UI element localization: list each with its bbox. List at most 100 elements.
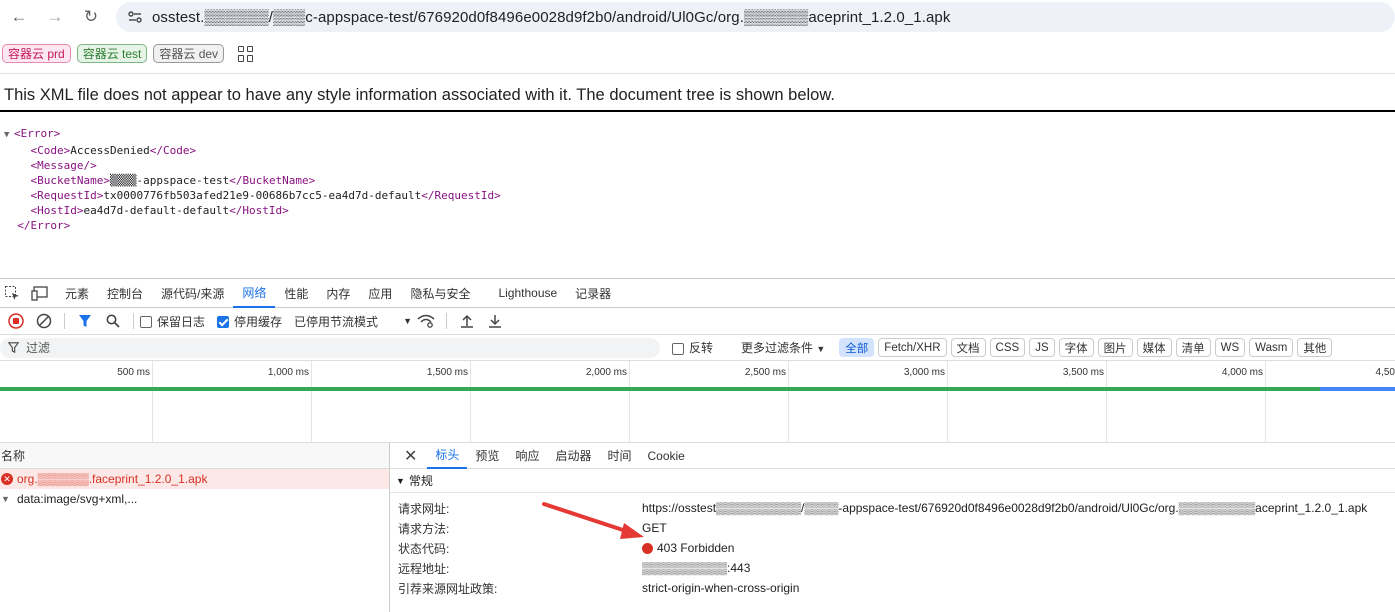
waterfall-bar-download (0, 387, 1320, 391)
detail-tab-initiator[interactable]: 启动器 (547, 443, 599, 469)
field-value[interactable]: 403 Forbidden (657, 541, 734, 555)
import-har-icon[interactable] (458, 312, 476, 330)
filter-input[interactable]: 过滤 (0, 337, 660, 358)
devtools-tab-sources[interactable]: 源代码/来源 (152, 279, 233, 308)
invert-checkbox[interactable]: 反转 (672, 339, 713, 356)
bookmark-prd[interactable]: 容器云 prd (2, 44, 71, 63)
devtools-tab-recorder[interactable]: 记录器 (566, 279, 620, 308)
disable-cache-checkbox[interactable]: 停用缓存 (217, 313, 282, 330)
devtools-tabbar: 元素 控制台 源代码/来源 网络 性能 内存 应用 隐私与安全 Lighthou… (0, 278, 1395, 308)
devtools-tab-performance[interactable]: 性能 (275, 279, 317, 308)
request-row[interactable]: ✕ org.▒▒▒▒▒▒.faceprint_1.2.0_1.apk (0, 469, 389, 489)
xml-value: ▒▒▒▒-appspace-test (109, 174, 230, 187)
filter-funnel-icon (8, 342, 19, 353)
xml-tag: <HostId> (30, 204, 84, 217)
field-value[interactable]: https://osstest▒▒▒▒▒▒▒▒▒▒/▒▒▒▒-appspace-… (642, 501, 1367, 515)
waterfall-bar-waiting (1320, 387, 1395, 391)
dropdown-caret-icon: ▼ (816, 344, 826, 354)
timeline-tick: 4,50 (1375, 367, 1395, 378)
timeline-tick: 3,000 ms (903, 367, 945, 378)
request-list-header[interactable]: 名称 (0, 443, 389, 469)
site-info-icon[interactable] (124, 6, 146, 28)
checkbox-unchecked[interactable] (672, 342, 684, 355)
general-section-header[interactable]: ▼ 常规 (390, 469, 1395, 493)
devtools-tab-elements[interactable]: 元素 (56, 279, 98, 308)
xml-value: ea4d7d-default-default (83, 204, 230, 217)
close-icon[interactable]: ✕ (404, 446, 417, 466)
bookmark-test[interactable]: 容器云 test (76, 44, 148, 63)
throttle-select[interactable]: 已停用节流模式 ▼ (294, 313, 412, 330)
disable-cache-label: 停用缓存 (234, 314, 283, 329)
filter-chip-all[interactable]: 全部 (839, 338, 875, 357)
filter-chip-img[interactable]: 图片 (1097, 338, 1133, 357)
network-conditions-icon[interactable] (417, 312, 435, 330)
field-value[interactable]: strict-origin-when-cross-origin (642, 581, 799, 595)
xml-tag: <BucketName> (30, 174, 110, 187)
devtools-tab-memory[interactable]: 内存 (317, 279, 359, 308)
filter-funnel-icon[interactable] (76, 312, 94, 330)
throttle-value: 已停用节流模式 (294, 314, 379, 329)
devtools-tab-console[interactable]: 控制台 (98, 279, 152, 308)
filter-chip-wasm[interactable]: Wasm (1249, 338, 1294, 357)
reload-icon[interactable]: ↻ (80, 6, 102, 28)
request-list: 名称 ✕ org.▒▒▒▒▒▒.faceprint_1.2.0_1.apk ▼ … (0, 443, 390, 612)
detail-tab-response[interactable]: 响应 (507, 443, 547, 469)
devtools-tab-application[interactable]: 应用 (359, 279, 401, 308)
filter-chip-css[interactable]: CSS (989, 338, 1026, 357)
collapse-triangle-icon[interactable]: ▼ (4, 128, 14, 143)
url-text[interactable]: osstest.▒▒▒▒▒▒/▒▒▒c-appspace-test/676920… (152, 9, 951, 26)
detail-tab-timing[interactable]: 时间 (599, 443, 639, 469)
filter-chip-fetch-xhr[interactable]: Fetch/XHR (878, 338, 947, 357)
checkbox-unchecked[interactable] (140, 316, 152, 329)
more-filters-dropdown[interactable]: 更多过滤条件 ▼ (741, 339, 825, 356)
status-error-dot-icon (642, 543, 653, 555)
filter-chip-media[interactable]: 媒体 (1136, 338, 1172, 357)
filter-chip-doc[interactable]: 文档 (950, 338, 986, 357)
filter-chip-other[interactable]: 其他 (1297, 338, 1333, 357)
devtools-tab-privacy[interactable]: 隐私与安全 (401, 279, 479, 308)
record-stop-icon[interactable] (7, 312, 25, 330)
field-value[interactable]: ▒▒▒▒▒▒▒▒▒▒:443 (642, 561, 750, 575)
expand-triangle-icon[interactable]: ▼ (1, 494, 17, 504)
detail-tab-preview[interactable]: 预览 (467, 443, 507, 469)
devtools-tab-lighthouse[interactable]: Lighthouse (489, 279, 566, 308)
xml-tag: <Error> (14, 127, 61, 140)
apps-grid-icon[interactable] (238, 45, 254, 62)
preserve-log-label: 保留日志 (157, 314, 206, 329)
network-toolbar: 保留日志 停用缓存 已停用节流模式 ▼ (0, 308, 1395, 335)
invert-label: 反转 (689, 341, 714, 355)
device-toolbar-icon[interactable] (30, 283, 50, 303)
expand-triangle-icon: ▼ (396, 475, 405, 486)
devtools-tab-network[interactable]: 网络 (233, 279, 276, 308)
xml-tag: <Code> (30, 144, 71, 157)
back-icon[interactable]: ← (8, 6, 30, 28)
timeline-tick: 2,500 ms (744, 367, 786, 378)
request-name: org.▒▒▒▒▒▒.faceprint_1.2.0_1.apk (17, 472, 208, 486)
search-icon[interactable] (104, 312, 122, 330)
filter-chip-manifest[interactable]: 清单 (1175, 338, 1211, 357)
detail-tab-headers[interactable]: 标头 (427, 443, 468, 469)
address-bar[interactable]: osstest.▒▒▒▒▒▒/▒▒▒c-appspace-test/676920… (115, 2, 1395, 32)
divider (446, 313, 448, 329)
dropdown-caret-icon: ▼ (403, 316, 413, 326)
forward-icon[interactable]: → (44, 6, 66, 28)
filter-chip-ws[interactable]: WS (1214, 338, 1246, 357)
field-key: 引荐来源网址政策: (398, 581, 498, 596)
request-row[interactable]: ▼ data:image/svg+xml,... (0, 489, 389, 509)
error-icon: ✕ (1, 473, 13, 485)
checkbox-checked[interactable] (217, 316, 230, 329)
filter-placeholder: 过滤 (26, 341, 51, 355)
filter-chip-font[interactable]: 字体 (1058, 338, 1094, 357)
clear-icon[interactable] (35, 312, 53, 330)
timeline-tick: 1,000 ms (267, 367, 309, 378)
preserve-log-checkbox[interactable]: 保留日志 (140, 313, 205, 330)
inspect-element-icon[interactable] (2, 283, 22, 303)
detail-tab-cookies[interactable]: Cookie (639, 443, 692, 469)
filter-chip-js[interactable]: JS (1029, 338, 1055, 357)
xml-tag: </Code> (149, 144, 197, 157)
xml-info-banner: This XML file does not appear to have an… (0, 74, 1395, 112)
network-overview-timeline[interactable]: 500 ms 1,000 ms 1,500 ms 2,000 ms 2,500 … (0, 361, 1395, 443)
bookmark-dev[interactable]: 容器云 dev (153, 44, 225, 63)
bookmarks-bar: 容器云 prd 容器云 test 容器云 dev (0, 34, 1395, 74)
export-har-icon[interactable] (486, 312, 504, 330)
